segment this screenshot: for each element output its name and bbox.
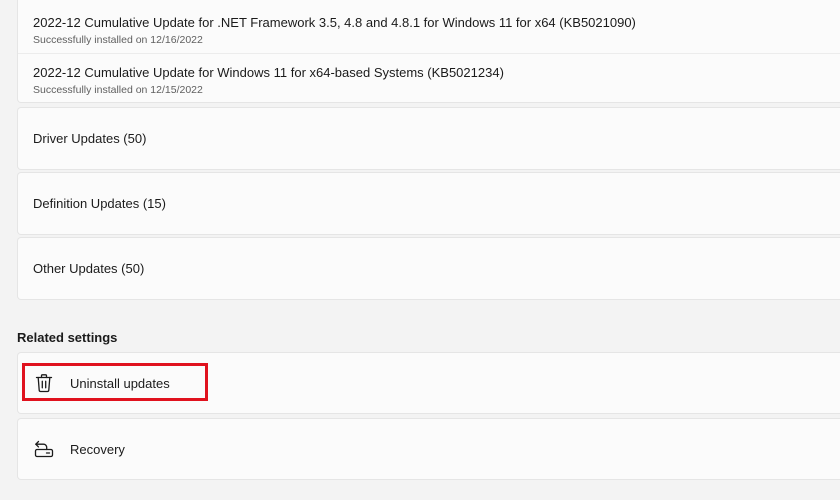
driver-updates-expander[interactable]: Driver Updates (50)	[17, 107, 840, 170]
quality-updates-list: 2022-12 Cumulative Update for .NET Frame…	[17, 0, 840, 103]
recovery-label: Recovery	[70, 441, 125, 457]
divider	[18, 53, 840, 54]
recovery-icon	[34, 439, 54, 459]
driver-updates-label: Driver Updates (50)	[33, 131, 147, 146]
other-updates-label: Other Updates (50)	[33, 261, 145, 276]
update-title: 2022-12 Cumulative Update for Windows 11…	[33, 65, 504, 80]
uninstall-updates-label: Uninstall updates	[70, 375, 170, 391]
other-updates-expander[interactable]: Other Updates (50)	[17, 237, 840, 300]
uninstall-updates-button[interactable]: Uninstall updates	[17, 352, 840, 414]
list-item: 2022-12 Cumulative Update for .NET Frame…	[33, 15, 840, 47]
recovery-button[interactable]: Recovery	[17, 418, 840, 480]
trash-icon	[34, 373, 54, 393]
list-item: 2022-12 Cumulative Update for Windows 11…	[33, 65, 840, 97]
definition-updates-expander[interactable]: Definition Updates (15)	[17, 172, 840, 235]
update-status: Successfully installed on 12/16/2022	[33, 34, 203, 46]
definition-updates-label: Definition Updates (15)	[33, 196, 166, 211]
update-title: 2022-12 Cumulative Update for .NET Frame…	[33, 15, 636, 30]
related-settings-header: Related settings	[17, 330, 118, 345]
update-status: Successfully installed on 12/15/2022	[33, 84, 203, 96]
